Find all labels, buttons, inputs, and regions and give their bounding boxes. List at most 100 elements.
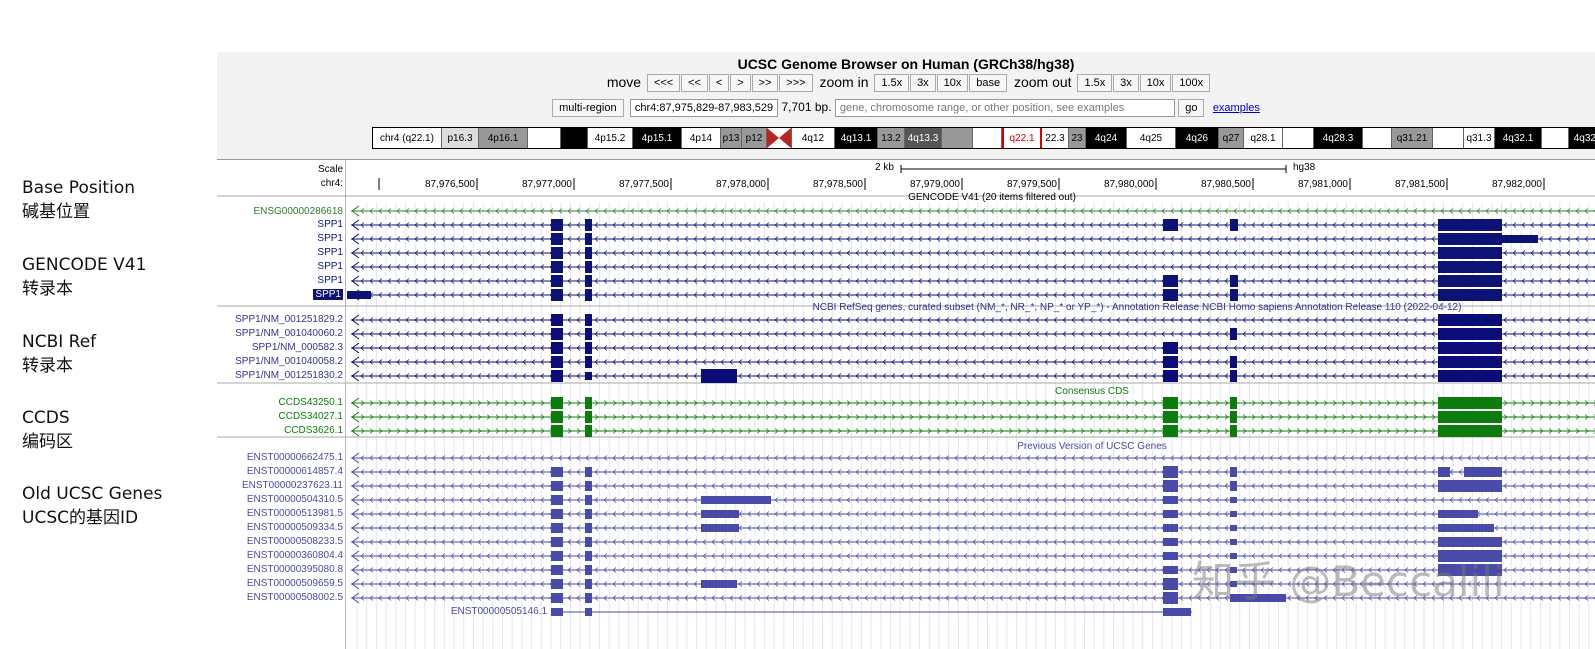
- exon: [585, 356, 592, 368]
- ideogram-band[interactable]: p12: [742, 128, 767, 148]
- exon: [551, 397, 563, 409]
- ccds-label[interactable]: CCDS3626.1: [284, 425, 343, 436]
- ideogram-band[interactable]: 23: [1069, 128, 1086, 148]
- zoom-out-3x-button[interactable]: 3x: [1113, 74, 1139, 93]
- ideogram-band[interactable]: p13: [721, 128, 742, 148]
- old-ucsc-label[interactable]: ENST00000509334.5: [247, 522, 343, 533]
- move-left-button[interactable]: <: [708, 74, 730, 93]
- move-right-button[interactable]: >: [730, 74, 751, 93]
- ccds-label[interactable]: CCDS34027.1: [279, 411, 343, 422]
- ideogram-band[interactable]: 4q28.3: [1314, 128, 1363, 148]
- gencode-transcript-label[interactable]: SPP1: [317, 247, 343, 258]
- ideogram-band[interactable]: [528, 128, 561, 148]
- old-ucsc-label[interactable]: ENST00000237623.11: [242, 480, 343, 491]
- refseq-transcript-label[interactable]: SPP1/NM_001251829.2: [235, 314, 343, 325]
- refseq-transcript-label[interactable]: SPP1/NM_001251830.2: [235, 370, 343, 381]
- old-ucsc-label[interactable]: ENST00000395080.8: [247, 564, 343, 575]
- refseq-transcript-label[interactable]: SPP1/NM_001040058.2: [235, 356, 343, 367]
- exon: [585, 372, 592, 380]
- old-ucsc-label[interactable]: ENST00000508002.5: [247, 592, 343, 603]
- old-ucsc-label[interactable]: ENST00000505146.1: [451, 606, 547, 617]
- ideogram-band[interactable]: 4q13.1: [835, 128, 878, 148]
- exon: [551, 579, 563, 589]
- ideogram-band[interactable]: q27: [1219, 128, 1244, 148]
- ideogram-band[interactable]: 4p15.1: [633, 128, 682, 148]
- old-ucsc-label[interactable]: ENST00000509659.5: [247, 578, 343, 589]
- gencode-transcript-label[interactable]: SPP1: [313, 289, 343, 300]
- gencode-transcript-label[interactable]: SPP1: [317, 261, 343, 272]
- ccds-label[interactable]: CCDS43250.1: [279, 397, 343, 408]
- zoom-in-base-button[interactable]: base: [969, 74, 1008, 93]
- zoom-out-10x-button[interactable]: 10x: [1139, 74, 1172, 93]
- ideogram-band[interactable]: [1363, 128, 1392, 148]
- ideogram-band[interactable]: [1283, 128, 1314, 148]
- ideogram-band[interactable]: 4q13.3: [905, 128, 942, 148]
- refseq-transcript-label[interactable]: SPP1/NM_001040060.2: [235, 328, 343, 339]
- annotation-old-ucsc: Old UCSC Genes UCSC的基因ID: [22, 484, 163, 528]
- exon: [701, 510, 739, 518]
- move-right-2-button[interactable]: >>: [751, 74, 779, 93]
- position-display[interactable]: chr4:87,975,829-87,983,529: [629, 99, 779, 117]
- ideogram-band[interactable]: 4q26: [1176, 128, 1219, 148]
- ideogram-band[interactable]: 4p15.2: [588, 128, 633, 148]
- exon: [1438, 233, 1502, 245]
- exon: [1438, 480, 1502, 492]
- zoom-out-label: zoom out: [1013, 74, 1072, 90]
- ideogram-band[interactable]: 4q32.1: [1495, 128, 1542, 148]
- ideogram-band[interactable]: q28.1: [1244, 128, 1283, 148]
- ideogram-band[interactable]: [1433, 128, 1464, 148]
- ideogram-band[interactable]: [767, 128, 792, 148]
- chrom-label[interactable]: chr4:: [321, 178, 343, 189]
- ideogram-band[interactable]: [561, 128, 588, 148]
- ideogram-band[interactable]: 4q32.3: [1569, 128, 1595, 148]
- zoom-out-100x-button[interactable]: 100x: [1172, 74, 1211, 93]
- ideogram-band[interactable]: 4p16.1: [479, 128, 528, 148]
- old-ucsc-label[interactable]: ENST00000360804.4: [247, 550, 343, 561]
- ideogram-band[interactable]: 4q12: [792, 128, 835, 148]
- ideogram-band[interactable]: q31.3: [1464, 128, 1495, 148]
- go-button[interactable]: go: [1178, 99, 1205, 117]
- examples-link[interactable]: examples: [1213, 102, 1260, 114]
- ideogram-band[interactable]: [973, 128, 1002, 148]
- exon: [585, 579, 592, 589]
- chromosome-ideogram[interactable]: chr4 (q22.1) p16.3 4p16.1 4p15.2 4p15.1 4p14 p…: [372, 127, 1595, 149]
- ideogram-band[interactable]: q22.1: [1002, 128, 1042, 148]
- gencode-transcript-label[interactable]: SPP1: [317, 219, 343, 230]
- ideogram-band[interactable]: 13.2: [878, 128, 905, 148]
- zoom-in-3x-button[interactable]: 3x: [910, 74, 936, 93]
- ideogram-band[interactable]: 4q25: [1127, 128, 1176, 148]
- exon: [1230, 356, 1237, 368]
- multi-region-button[interactable]: multi-region: [552, 99, 624, 117]
- move-far-left-button[interactable]: <<<: [646, 74, 681, 93]
- gencode-transcript-label[interactable]: SPP1: [317, 233, 343, 244]
- old-ucsc-label[interactable]: ENST00000662475.1: [247, 452, 343, 463]
- ideogram-band[interactable]: 22.3: [1042, 128, 1069, 148]
- zoom-in-1-5x-button[interactable]: 1.5x: [874, 74, 910, 93]
- move-left-2-button[interactable]: <<: [681, 74, 708, 93]
- ideogram-band[interactable]: 4q24: [1086, 128, 1127, 148]
- ideogram-band[interactable]: q31.21: [1392, 128, 1433, 148]
- ensg-label[interactable]: ENSG00000286618: [253, 206, 343, 217]
- old-ucsc-label[interactable]: ENST00000508233.5: [247, 536, 343, 547]
- old-ucsc-label[interactable]: ENST00000513981.5: [247, 508, 343, 519]
- scale-label[interactable]: Scale: [318, 164, 343, 175]
- ideogram-band[interactable]: [942, 128, 973, 148]
- move-far-right-button[interactable]: >>>: [779, 74, 813, 93]
- ideogram-band[interactable]: p16.3: [442, 128, 479, 148]
- exon: [1163, 538, 1178, 546]
- ideogram-band[interactable]: 4p14: [682, 128, 721, 148]
- zoom-out-1-5x-button[interactable]: 1.5x: [1077, 74, 1113, 93]
- exon: [1230, 511, 1237, 517]
- search-input[interactable]: gene, chromosome range, or other positio…: [834, 99, 1175, 117]
- old-ucsc-label[interactable]: ENST00000614857.4: [247, 466, 343, 477]
- exon: [1438, 356, 1502, 368]
- ideogram-band[interactable]: [1542, 128, 1569, 148]
- exon: [551, 275, 563, 287]
- annotation-base-position: Base Position 碱基位置: [22, 178, 135, 222]
- old-ucsc-label[interactable]: ENST00000504310.5: [247, 494, 343, 505]
- ideogram-band[interactable]: chr4 (q22.1): [373, 128, 442, 148]
- refseq-transcript-label[interactable]: SPP1/NM_000582.3: [252, 342, 343, 353]
- exon: [585, 261, 592, 273]
- gencode-transcript-label[interactable]: SPP1: [317, 275, 343, 286]
- zoom-in-10x-button[interactable]: 10x: [936, 74, 969, 93]
